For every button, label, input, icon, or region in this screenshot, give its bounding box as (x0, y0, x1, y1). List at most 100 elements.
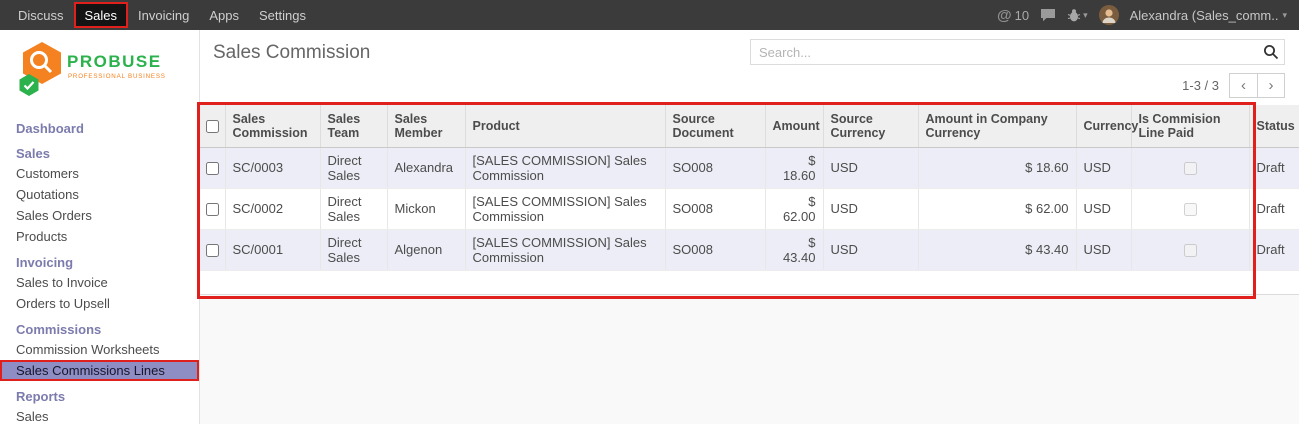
search-input[interactable] (750, 39, 1285, 65)
search-box (750, 39, 1285, 65)
cell-team: Direct Sales (320, 229, 387, 270)
sidebar-heading-invoicing[interactable]: Invoicing (0, 253, 199, 272)
cell-status: Draft (1249, 229, 1299, 270)
cell-currency: USD (1076, 147, 1131, 188)
cell-status: Draft (1249, 188, 1299, 229)
sidebar-item-orders-to-upsell[interactable]: Orders to Upsell (0, 293, 199, 314)
cell-amount-company-currency: $ 18.60 (918, 147, 1076, 188)
select-all-checkbox[interactable] (206, 120, 219, 133)
cell-name: SC/0002 (225, 188, 320, 229)
user-menu[interactable]: Alexandra (Sales_comm.. ▾ (1130, 8, 1287, 23)
commission-list: Sales Commission Sales Team Sales Member… (200, 105, 1299, 295)
at-icon: @ (997, 7, 1012, 24)
sidebar-item-quotations[interactable]: Quotations (0, 184, 199, 205)
col-header-source-currency[interactable]: Source Currency (823, 105, 918, 147)
user-name: Alexandra (Sales_comm.. (1130, 8, 1279, 23)
col-header-sales-commission[interactable]: Sales Commission (225, 105, 320, 147)
sidebar-heading-sales[interactable]: Sales (0, 144, 199, 163)
cell-product: [SALES COMMISSION] Sales Commission (465, 229, 665, 270)
table-row[interactable]: SC/0001 Direct Sales Algenon [SALES COMM… (200, 229, 1299, 270)
page-title: Sales Commission (213, 42, 370, 64)
nav-item-settings[interactable]: Settings (249, 0, 316, 30)
search-icon[interactable] (1263, 44, 1279, 65)
col-header-sales-member[interactable]: Sales Member (387, 105, 465, 147)
cell-product: [SALES COMMISSION] Sales Commission (465, 188, 665, 229)
cell-source-document: SO008 (665, 188, 765, 229)
row-select-checkbox[interactable] (206, 162, 219, 175)
cell-member: Alexandra (387, 147, 465, 188)
nav-item-invoicing[interactable]: Invoicing (128, 0, 199, 30)
sidebar-heading-commissions[interactable]: Commissions (0, 320, 199, 339)
sidebar-item-sales-orders[interactable]: Sales Orders (0, 205, 199, 226)
cell-source-document: SO008 (665, 229, 765, 270)
col-header-product[interactable]: Product (465, 105, 665, 147)
chevron-down-icon: ▾ (1083, 10, 1088, 21)
nav-item-discuss[interactable]: Discuss (8, 0, 74, 30)
probuse-logo: PROBUSE PROFESSIONAL BUSINESS (0, 30, 199, 119)
cell-name: SC/0001 (225, 229, 320, 270)
cell-amount-company-currency: $ 43.40 (918, 229, 1076, 270)
col-header-source-document[interactable]: Source Document (665, 105, 765, 147)
sidebar-heading-reports[interactable]: Reports (0, 387, 199, 406)
logo-title: PROBUSE (67, 52, 162, 71)
content-area: PROBUSE PROFESSIONAL BUSINESS Dashboard … (0, 30, 1299, 424)
nav-item-apps[interactable]: Apps (199, 0, 249, 30)
sidebar-section-invoicing: Invoicing Sales to Invoice Orders to Ups… (0, 253, 199, 314)
col-header-is-commission-line-paid[interactable]: Is Commision Line Paid (1131, 105, 1249, 147)
cell-member: Algenon (387, 229, 465, 270)
app-window: Discuss Sales Invoicing Apps Settings @ … (0, 0, 1299, 30)
chat-icon[interactable] (1040, 8, 1056, 22)
paid-checkbox (1184, 244, 1197, 257)
sidebar-item-sales-commissions-lines[interactable]: Sales Commissions Lines (0, 360, 199, 381)
col-header-amount[interactable]: Amount (765, 105, 823, 147)
bug-icon (1067, 8, 1081, 22)
cell-amount: $ 62.00 (765, 188, 823, 229)
cell-source-currency: USD (823, 229, 918, 270)
cell-team: Direct Sales (320, 147, 387, 188)
paid-checkbox (1184, 203, 1197, 216)
sidebar-item-customers[interactable]: Customers (0, 163, 199, 184)
cell-product: [SALES COMMISSION] Sales Commission (465, 147, 665, 188)
debug-menu[interactable]: ▾ (1067, 8, 1088, 22)
col-header-amount-company-currency[interactable]: Amount in Company Currency (918, 105, 1076, 147)
cell-currency: USD (1076, 188, 1131, 229)
cell-source-currency: USD (823, 147, 918, 188)
col-header-sales-team[interactable]: Sales Team (320, 105, 387, 147)
sidebar-item-products[interactable]: Products (0, 226, 199, 247)
sidebar-section-reports: Reports Sales (0, 387, 199, 424)
sidebar-nav: Dashboard Sales Customers Quotations Sal… (0, 119, 199, 424)
cell-name: SC/0003 (225, 147, 320, 188)
row-select-checkbox[interactable] (206, 244, 219, 257)
cell-source-document: SO008 (665, 147, 765, 188)
main-panel: Sales Commission 1-3 / 3 ‹ › (200, 30, 1299, 424)
cell-amount: $ 43.40 (765, 229, 823, 270)
sidebar-item-commission-worksheets[interactable]: Commission Worksheets (0, 339, 199, 360)
avatar (1099, 5, 1119, 25)
cell-team: Direct Sales (320, 188, 387, 229)
col-header-status[interactable]: Status (1249, 105, 1299, 147)
cell-currency: USD (1076, 229, 1131, 270)
nav-item-sales[interactable]: Sales (74, 2, 129, 28)
sidebar-section-sales: Sales Customers Quotations Sales Orders … (0, 144, 199, 247)
top-navbar: Discuss Sales Invoicing Apps Settings @ … (0, 0, 1299, 30)
app-menu: Discuss Sales Invoicing Apps Settings (0, 0, 316, 30)
mention-counter[interactable]: @ 10 (997, 7, 1029, 24)
pager-next-button[interactable]: › (1257, 73, 1285, 98)
row-select-checkbox[interactable] (206, 203, 219, 216)
sidebar-item-dashboard[interactable]: Dashboard (0, 119, 199, 138)
navbar-systray: @ 10 ▾ Al (997, 0, 1299, 30)
paid-checkbox (1184, 162, 1197, 175)
sidebar: PROBUSE PROFESSIONAL BUSINESS Dashboard … (0, 30, 200, 424)
table-header-row: Sales Commission Sales Team Sales Member… (200, 105, 1299, 147)
table-row[interactable]: SC/0003 Direct Sales Alexandra [SALES CO… (200, 147, 1299, 188)
pager: 1-3 / 3 ‹ › (200, 65, 1299, 105)
empty-table-space (200, 270, 1299, 294)
cell-source-currency: USD (823, 188, 918, 229)
sidebar-item-reports-sales[interactable]: Sales (0, 406, 199, 424)
sidebar-section-dashboard: Dashboard (0, 119, 199, 138)
table-row[interactable]: SC/0002 Direct Sales Mickon [SALES COMMI… (200, 188, 1299, 229)
sidebar-item-sales-to-invoice[interactable]: Sales to Invoice (0, 272, 199, 293)
col-header-currency[interactable]: Currency (1076, 105, 1131, 147)
cell-member: Mickon (387, 188, 465, 229)
pager-previous-button[interactable]: ‹ (1229, 73, 1257, 98)
